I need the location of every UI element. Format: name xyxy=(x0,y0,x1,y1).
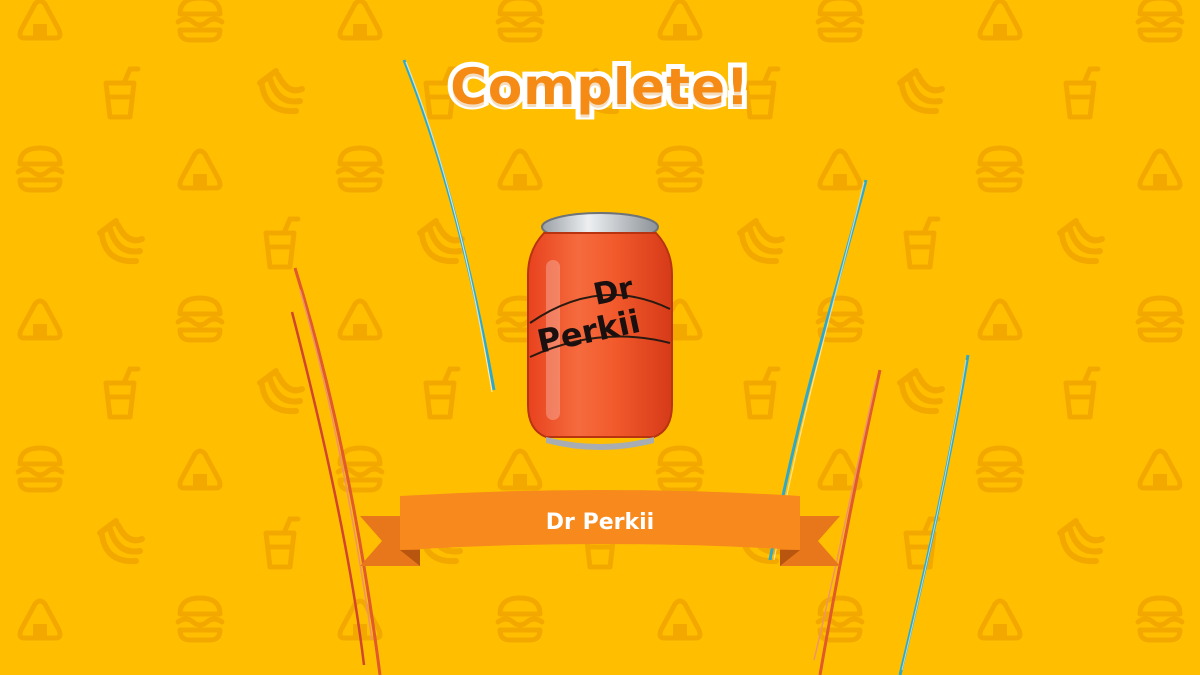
banana-icon xyxy=(740,221,782,261)
burger-icon xyxy=(18,448,62,490)
burger-icon xyxy=(338,448,382,490)
onigiri-icon xyxy=(980,1,1020,38)
banana-icon xyxy=(420,221,462,261)
drink-cup-icon xyxy=(426,369,458,417)
onigiri-icon xyxy=(1140,151,1180,188)
burger-icon xyxy=(498,598,542,640)
onigiri-icon xyxy=(820,451,860,488)
burger-icon xyxy=(1138,0,1182,40)
drink-cup-icon xyxy=(906,519,938,567)
drink-cup-icon xyxy=(1066,369,1098,417)
drink-cup-icon xyxy=(746,369,778,417)
burger-icon xyxy=(978,148,1022,190)
burger-icon xyxy=(1138,598,1182,640)
drink-cup-icon xyxy=(266,519,298,567)
burger-icon xyxy=(178,298,222,340)
burger-icon xyxy=(978,448,1022,490)
banana-icon xyxy=(900,371,942,411)
burger-icon xyxy=(178,0,222,40)
onigiri-icon xyxy=(20,601,60,638)
onigiri-icon xyxy=(180,151,220,188)
drink-cup-icon xyxy=(906,219,938,267)
onigiri-icon xyxy=(820,151,860,188)
banana-icon xyxy=(1060,221,1102,261)
burger-icon xyxy=(498,0,542,40)
onigiri-icon xyxy=(20,1,60,38)
drink-cup-icon xyxy=(106,369,138,417)
complete-title: Complete! xyxy=(445,53,754,121)
onigiri-icon xyxy=(500,151,540,188)
onigiri-icon xyxy=(980,601,1020,638)
banana-icon xyxy=(1060,521,1102,561)
onigiri-icon xyxy=(660,1,700,38)
soda-can-image: Dr Perkii xyxy=(527,212,673,450)
onigiri-icon xyxy=(340,301,380,338)
onigiri-icon xyxy=(340,1,380,38)
burger-icon xyxy=(658,148,702,190)
burger-icon xyxy=(818,0,862,40)
onigiri-icon xyxy=(20,301,60,338)
burger-icon xyxy=(818,598,862,640)
onigiri-icon xyxy=(660,601,700,638)
burger-icon xyxy=(338,148,382,190)
banana-icon xyxy=(100,221,142,261)
onigiri-icon xyxy=(980,301,1020,338)
onigiri-icon xyxy=(340,601,380,638)
banana-icon xyxy=(260,371,302,411)
item-name-label: Dr Perkii xyxy=(545,510,655,535)
banana-icon xyxy=(100,521,142,561)
onigiri-icon xyxy=(500,451,540,488)
drink-cup-icon xyxy=(266,219,298,267)
burger-icon xyxy=(18,148,62,190)
onigiri-icon xyxy=(180,451,220,488)
onigiri-icon xyxy=(1140,451,1180,488)
burger-icon xyxy=(178,598,222,640)
burger-icon xyxy=(818,298,862,340)
burger-icon xyxy=(1138,298,1182,340)
